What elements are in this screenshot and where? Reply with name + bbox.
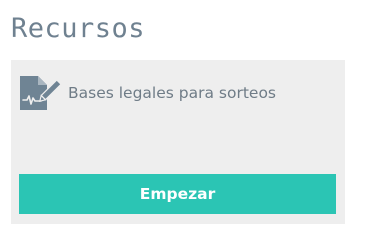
- resource-label: Bases legales para sorteos: [68, 84, 277, 102]
- start-button[interactable]: Empezar: [19, 174, 336, 214]
- resource-item-bases-legales[interactable]: Bases legales para sorteos: [19, 74, 276, 112]
- document-signature-icon: [19, 74, 61, 112]
- resource-card: Bases legales para sorteos Empezar: [11, 60, 345, 224]
- section-title: Recursos: [11, 13, 146, 44]
